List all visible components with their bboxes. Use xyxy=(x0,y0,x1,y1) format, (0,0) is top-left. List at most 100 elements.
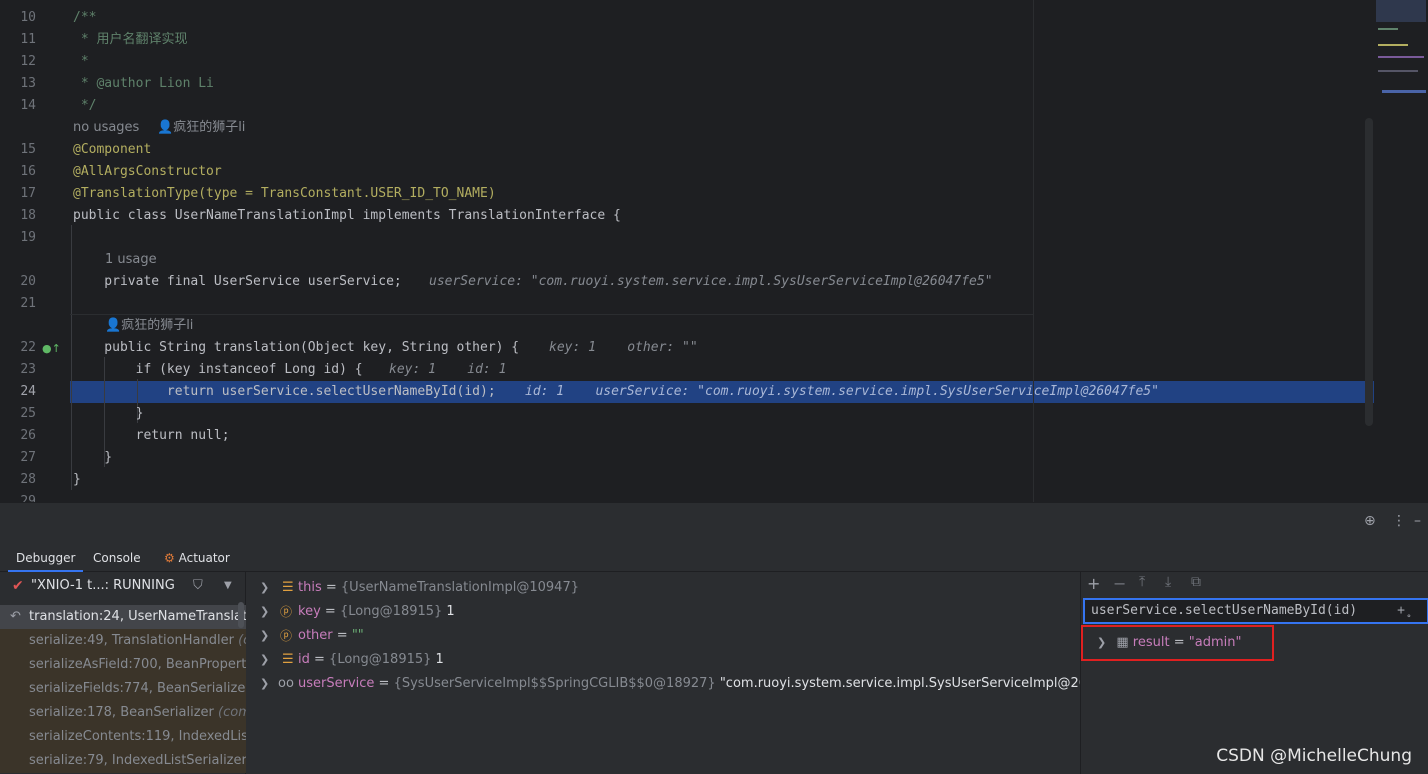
variable-name: this xyxy=(298,580,322,595)
frame-label: translation:24, UserNameTranslatio xyxy=(29,609,246,624)
author-hint[interactable]: 👤疯狂的狮子li xyxy=(105,315,193,337)
line-number: 14 xyxy=(20,98,36,113)
stack-frame[interactable]: serializeAsField:700, BeanPropertyW xyxy=(0,653,246,677)
minimap[interactable] xyxy=(1374,0,1428,110)
line-number: 21 xyxy=(20,296,36,311)
code-line: @AllArgsConstructor xyxy=(73,164,222,179)
implements-gutter-icon[interactable]: ●↑ xyxy=(42,342,61,355)
stack-frame[interactable]: serializeContents:119, IndexedListSe xyxy=(0,725,246,749)
minimize-icon[interactable]: – xyxy=(1414,513,1421,529)
result-value: "admin" xyxy=(1188,635,1242,650)
variable-eq: = xyxy=(321,580,341,595)
variable-row[interactable]: ❯ ⓟ key = {Long@18915} 1 xyxy=(246,600,1080,624)
tab-actuator[interactable]: ⚙ Actuator xyxy=(156,544,238,572)
parameter-icon: ⓟ xyxy=(280,605,293,619)
copy-icon[interactable]: ⧉ xyxy=(1191,574,1201,590)
right-margin-guide xyxy=(1033,0,1034,502)
variable-row[interactable]: ❯ ⓟ other = "" xyxy=(246,624,1080,648)
line-number: 20 xyxy=(20,274,36,289)
line-number: 24 xyxy=(20,384,36,399)
field-icon: ☰ xyxy=(282,652,294,667)
chevron-right-icon[interactable]: ❯ xyxy=(1097,636,1106,649)
person-icon: 👤 xyxy=(105,318,122,333)
move-up-icon[interactable]: ⤒ xyxy=(1139,574,1145,590)
author-hint[interactable]: 👤疯狂的狮子li xyxy=(157,117,245,139)
line-number: 29 xyxy=(20,494,36,502)
code-line: private final UserService userService; xyxy=(73,274,402,289)
variable-eq: = xyxy=(320,604,340,619)
frames-scrollbar[interactable] xyxy=(238,602,244,628)
stack-frame[interactable]: ↶ translation:24, UserNameTranslatio xyxy=(0,605,246,629)
result-name: result xyxy=(1132,635,1170,650)
line-number: 11 xyxy=(20,32,36,47)
watermark: CSDN @MichelleChung xyxy=(1216,746,1412,766)
frame-label: serialize:49, TranslationHandler xyxy=(29,633,239,648)
variable-eq: = xyxy=(332,628,352,643)
add-icon[interactable]: + xyxy=(1087,574,1100,593)
stack-frame[interactable]: serialize:79, IndexedListSerializer (co xyxy=(0,749,246,773)
line-number: 10 xyxy=(20,10,36,25)
code-line: } xyxy=(73,450,113,465)
line-number: 19 xyxy=(20,230,36,245)
chevron-right-icon[interactable]: ❯ xyxy=(260,576,269,600)
variables-panel: ❯ ☰ this = {UserNameTranslationImpl@1094… xyxy=(246,572,1139,774)
evaluate-expression-input[interactable]: userService.selectUserNameById(id) +̥ xyxy=(1083,598,1428,624)
line-number: 25 xyxy=(20,406,36,421)
inline-debug-value: id: 1 userService: "com.ruoyi.system.ser… xyxy=(525,384,1159,399)
tab-console[interactable]: Console xyxy=(85,544,149,572)
code-line: } xyxy=(73,472,81,487)
check-icon: ✔ xyxy=(12,578,24,594)
variable-type: {Long@18915} xyxy=(339,604,443,619)
add-watch-icon[interactable]: +̥ xyxy=(1397,600,1405,622)
variable-row[interactable]: ❯ oo userService = {SysUserServiceImpl$$… xyxy=(246,672,1139,696)
variable-row[interactable]: ❯ ☰ this = {UserNameTranslationImpl@1094… xyxy=(246,576,1080,600)
line-number: 22 xyxy=(20,340,36,355)
variable-eq: = xyxy=(374,676,394,691)
move-down-icon[interactable]: ⤓ xyxy=(1165,574,1171,590)
stack-frame[interactable]: serializeFields:774, BeanSerializerBas xyxy=(0,677,246,701)
code-editor[interactable]: 10 11 12 13 14 15 16 17 18 19 20 21 22 2… xyxy=(0,0,1428,502)
variable-name: id xyxy=(298,652,310,667)
actuator-icon: ⚙ xyxy=(164,551,175,565)
inline-debug-value: key: 1 other: "" xyxy=(549,340,698,355)
variable-type: {SysUserServiceImpl$$SpringCGLIB$$0@1892… xyxy=(393,676,716,691)
execution-line: return userService.selectUserNameById(id… xyxy=(73,384,496,399)
code-line: public String translation(Object key, St… xyxy=(73,340,520,355)
variable-value: 1 xyxy=(442,604,455,619)
line-number: 18 xyxy=(20,208,36,223)
frame-label: serialize:178, BeanSerializer xyxy=(29,705,219,720)
usages-hint[interactable]: no usages xyxy=(73,117,139,139)
code-line: */ xyxy=(73,98,97,113)
more-options-icon[interactable]: ⋮ xyxy=(1392,513,1406,529)
code-line: @TranslationType(type = TransConstant.US… xyxy=(73,186,496,201)
author-hint-label: 疯狂的狮子li xyxy=(173,120,246,135)
line-number: 17 xyxy=(20,186,36,201)
stack-frame[interactable]: serialize:49, TranslationHandler (com xyxy=(0,629,246,653)
author-hint-label: 疯狂的狮子li xyxy=(121,318,194,333)
filter-icon[interactable]: ⛉ xyxy=(193,572,203,600)
tab-debugger[interactable]: Debugger xyxy=(8,544,84,572)
variable-row[interactable]: ❯ ☰ id = {Long@18915} 1 xyxy=(246,648,1080,672)
remove-icon[interactable]: − xyxy=(1113,574,1126,593)
variable-name: userService xyxy=(298,676,375,691)
chevron-right-icon[interactable]: ❯ xyxy=(260,648,269,672)
code-line: @Component xyxy=(73,142,152,157)
usage-hint[interactable]: 1 usage xyxy=(105,249,157,271)
chevron-right-icon[interactable]: ❯ xyxy=(260,600,269,624)
chevron-right-icon[interactable]: ❯ xyxy=(260,624,269,648)
line-gutter: 10 11 12 13 14 15 16 17 18 19 20 21 22 2… xyxy=(0,0,70,502)
parameter-icon: ⓟ xyxy=(280,629,293,643)
editor-scrollbar[interactable] xyxy=(1365,118,1373,426)
tab-actuator-label: Actuator xyxy=(178,551,230,565)
frame-label: serializeAsField:700, BeanPropertyW xyxy=(29,657,246,672)
inline-debug-value: userService: "com.ruoyi.system.service.i… xyxy=(429,274,993,289)
target-icon[interactable]: ⊕ xyxy=(1364,513,1376,529)
chevron-right-icon[interactable]: ❯ xyxy=(260,672,269,696)
return-icon: ↶ xyxy=(10,609,21,624)
eval-result-row[interactable]: ❯ ▦ result = "admin" xyxy=(1097,631,1241,655)
dropdown-icon[interactable]: ▼ xyxy=(224,572,232,600)
stack-frame[interactable]: serialize:178, BeanSerializer (com.fa xyxy=(0,701,246,725)
thread-selector[interactable]: ✔ "XNIO-1 t...: RUNNING ⛉ ▼ xyxy=(0,572,246,600)
variable-name: other xyxy=(298,628,333,643)
line-number: 26 xyxy=(20,428,36,443)
